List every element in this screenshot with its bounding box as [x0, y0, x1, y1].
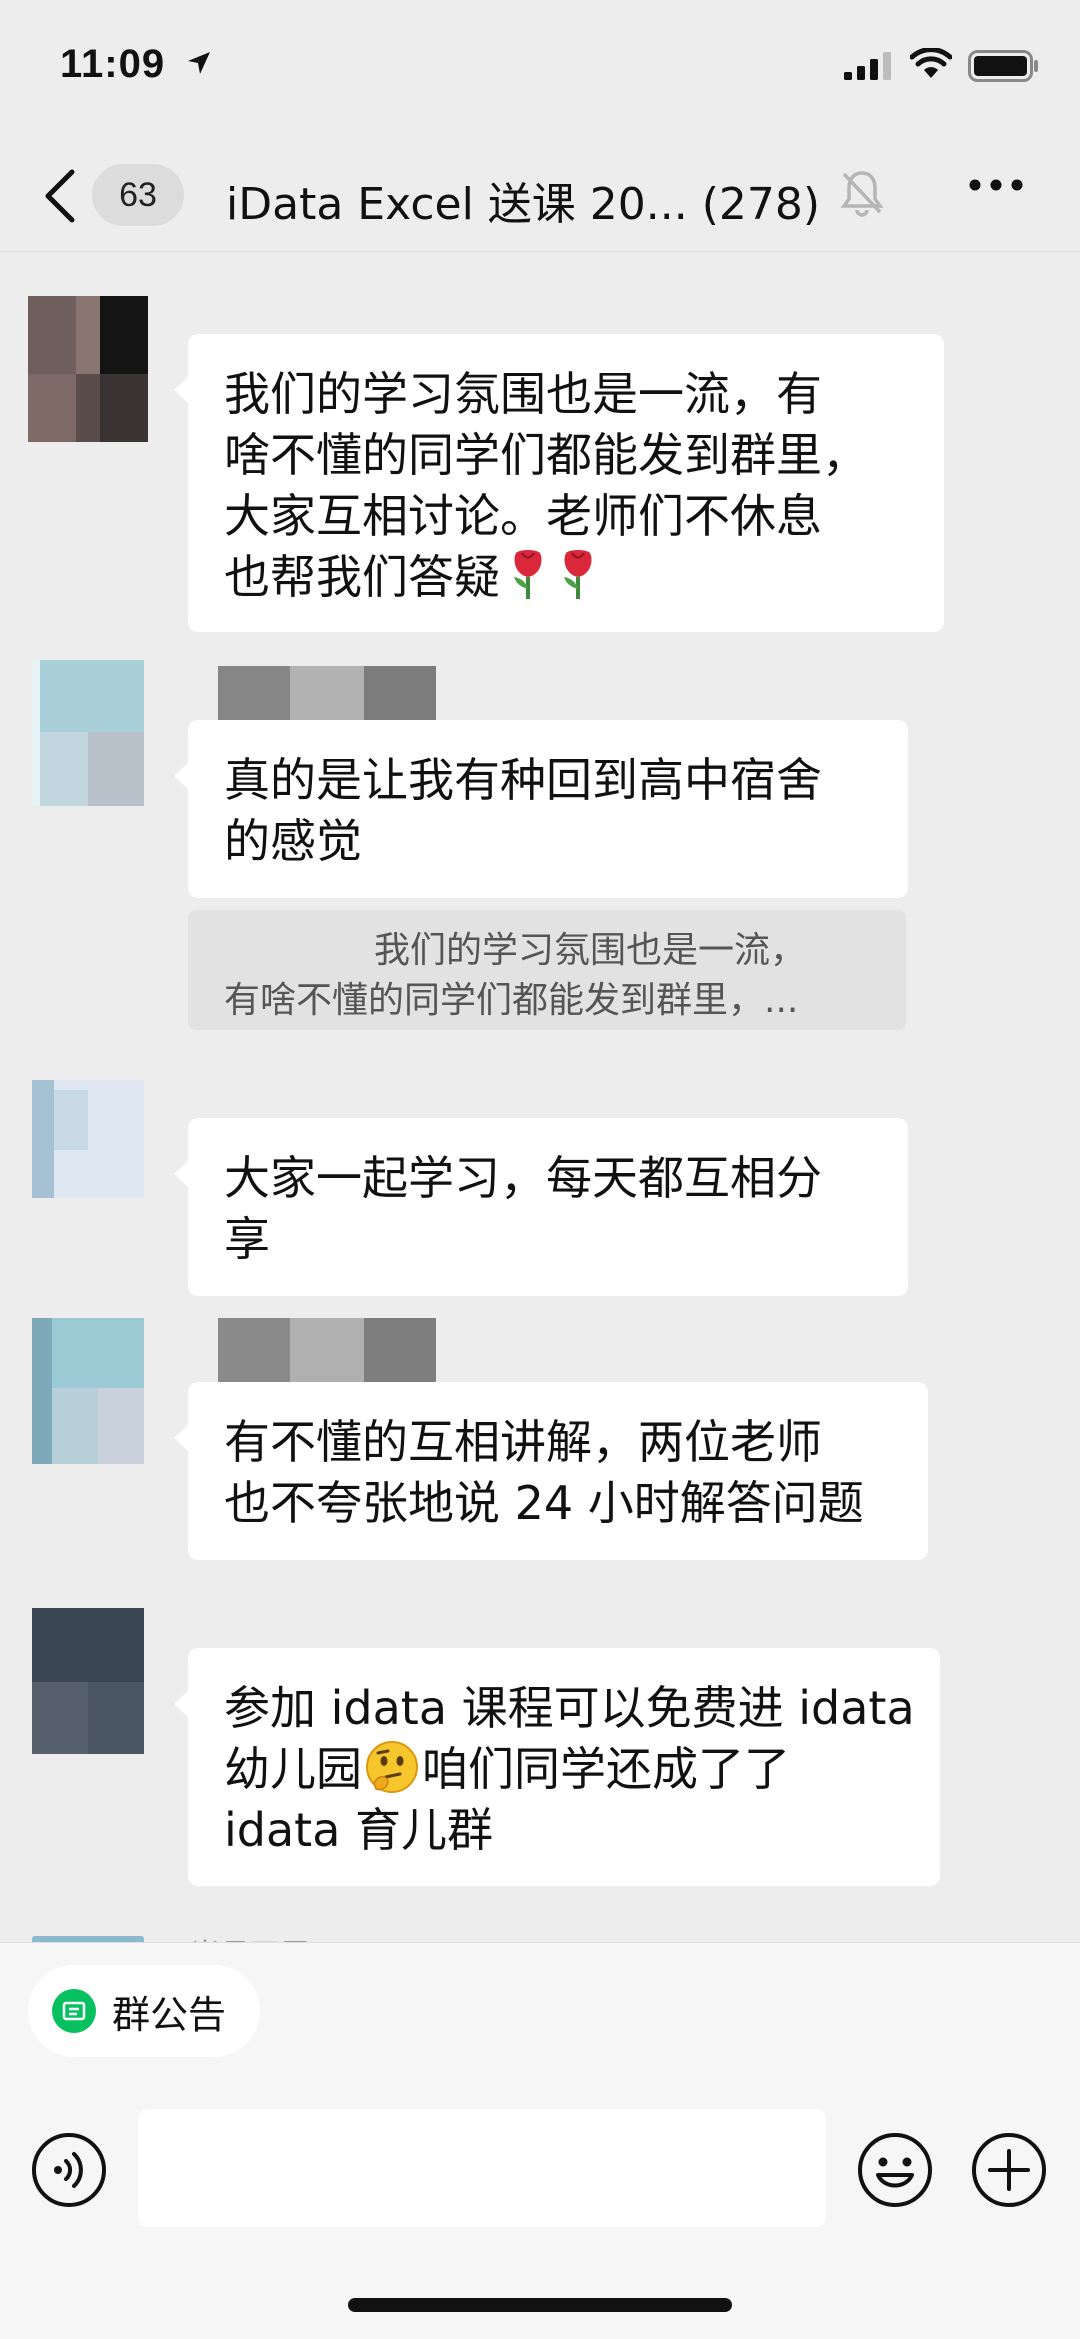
message-text-line: 享	[224, 1212, 270, 1266]
chat-nav-bar: 63 iData Excel 送课 20... (278)	[0, 140, 1080, 252]
group-notice-button[interactable]: 群公告	[28, 1965, 261, 2057]
message-text-line: 大家互相讨论。老师们不休息	[224, 489, 822, 543]
thinking-face-emoji-icon	[366, 1741, 418, 1793]
more-options-icon[interactable]	[968, 178, 1024, 192]
message-text-line: idata 育儿群	[224, 1803, 494, 1857]
message-bubble[interactable]: 真的是让我有种回到高中宿舍 的感觉	[174, 720, 908, 898]
message-text-line: 幼儿园	[224, 1742, 362, 1796]
message-text-line: 啥不懂的同学们都能发到群里，	[224, 428, 868, 482]
chat-title: iData Excel 送课 20... (278)	[226, 168, 820, 232]
message-bubble[interactable]: 大家一起学习，每天都互相分 享	[174, 1118, 908, 1296]
group-name: iData Excel 送课 20...	[226, 179, 688, 230]
home-indicator[interactable]	[348, 2298, 732, 2312]
message-text-line: 也帮我们答疑	[224, 550, 500, 604]
sender-avatar[interactable]	[32, 660, 144, 806]
message-text-line: 真的是让我有种回到高中宿舍	[224, 753, 822, 807]
input-panel: 群公告	[0, 1942, 1080, 2339]
mute-bell-icon	[840, 171, 884, 217]
rose-emoji-icon	[514, 550, 542, 599]
sender-avatar[interactable]	[32, 1080, 144, 1198]
cellular-signal-icon	[844, 52, 891, 80]
message-input[interactable]	[138, 2109, 826, 2227]
quote-text-line: 我们的学习氛围也是一流，	[374, 930, 807, 971]
location-arrow-icon	[188, 52, 210, 74]
unread-count-badge[interactable]: 63	[92, 164, 184, 226]
back-chevron-icon[interactable]	[42, 168, 78, 224]
sender-avatar[interactable]	[32, 1318, 144, 1464]
message-text-line: 的感觉	[224, 814, 362, 868]
message-text-line: 也不夸张地说 24 小时解答问题	[224, 1476, 864, 1530]
rose-emoji-icon	[564, 550, 592, 599]
status-bar: 11:09	[0, 0, 1080, 140]
message-text-line: 我们的学习氛围也是一流，有	[224, 367, 822, 421]
quote-text-line: 有啥不懂的同学们都能发到群里，...	[224, 980, 799, 1021]
sender-avatar[interactable]	[32, 1608, 144, 1754]
quoted-message[interactable]: 我们的学习氛围也是一流， 有啥不懂的同学们都能发到群里，...	[188, 910, 906, 1030]
sender-name-blurred	[218, 1318, 436, 1386]
message-text-line: 咱们同学还成了了	[422, 1742, 790, 1796]
status-time: 11:09	[60, 42, 166, 86]
message-bubble[interactable]: 参加 idata 课程可以免费进 idata 幼儿园 咱们同学还成了了 idat…	[174, 1648, 940, 1886]
member-count: (278)	[701, 179, 821, 230]
message-bubble[interactable]: 有不懂的互相讲解，两位老师 也不夸张地说 24 小时解答问题	[174, 1382, 928, 1560]
emoji-icon[interactable]	[856, 2131, 934, 2209]
wifi-icon	[910, 48, 952, 78]
plus-more-icon[interactable]	[970, 2131, 1048, 2209]
notice-icon	[52, 1989, 96, 2033]
group-notice-label: 群公告	[112, 1992, 227, 2037]
voice-input-icon[interactable]	[30, 2131, 108, 2209]
message-text-line: 参加 idata 课程可以免费进 idata	[224, 1681, 915, 1735]
sender-avatar[interactable]	[28, 296, 148, 442]
message-text-line: 大家一起学习，每天都互相分	[224, 1151, 822, 1205]
battery-icon	[968, 50, 1038, 82]
message-bubble[interactable]: 我们的学习氛围也是一流，有 啥不懂的同学们都能发到群里， 大家互相讨论。老师们不…	[174, 334, 944, 632]
message-text-line: 有不懂的互相讲解，两位老师	[224, 1415, 822, 1469]
